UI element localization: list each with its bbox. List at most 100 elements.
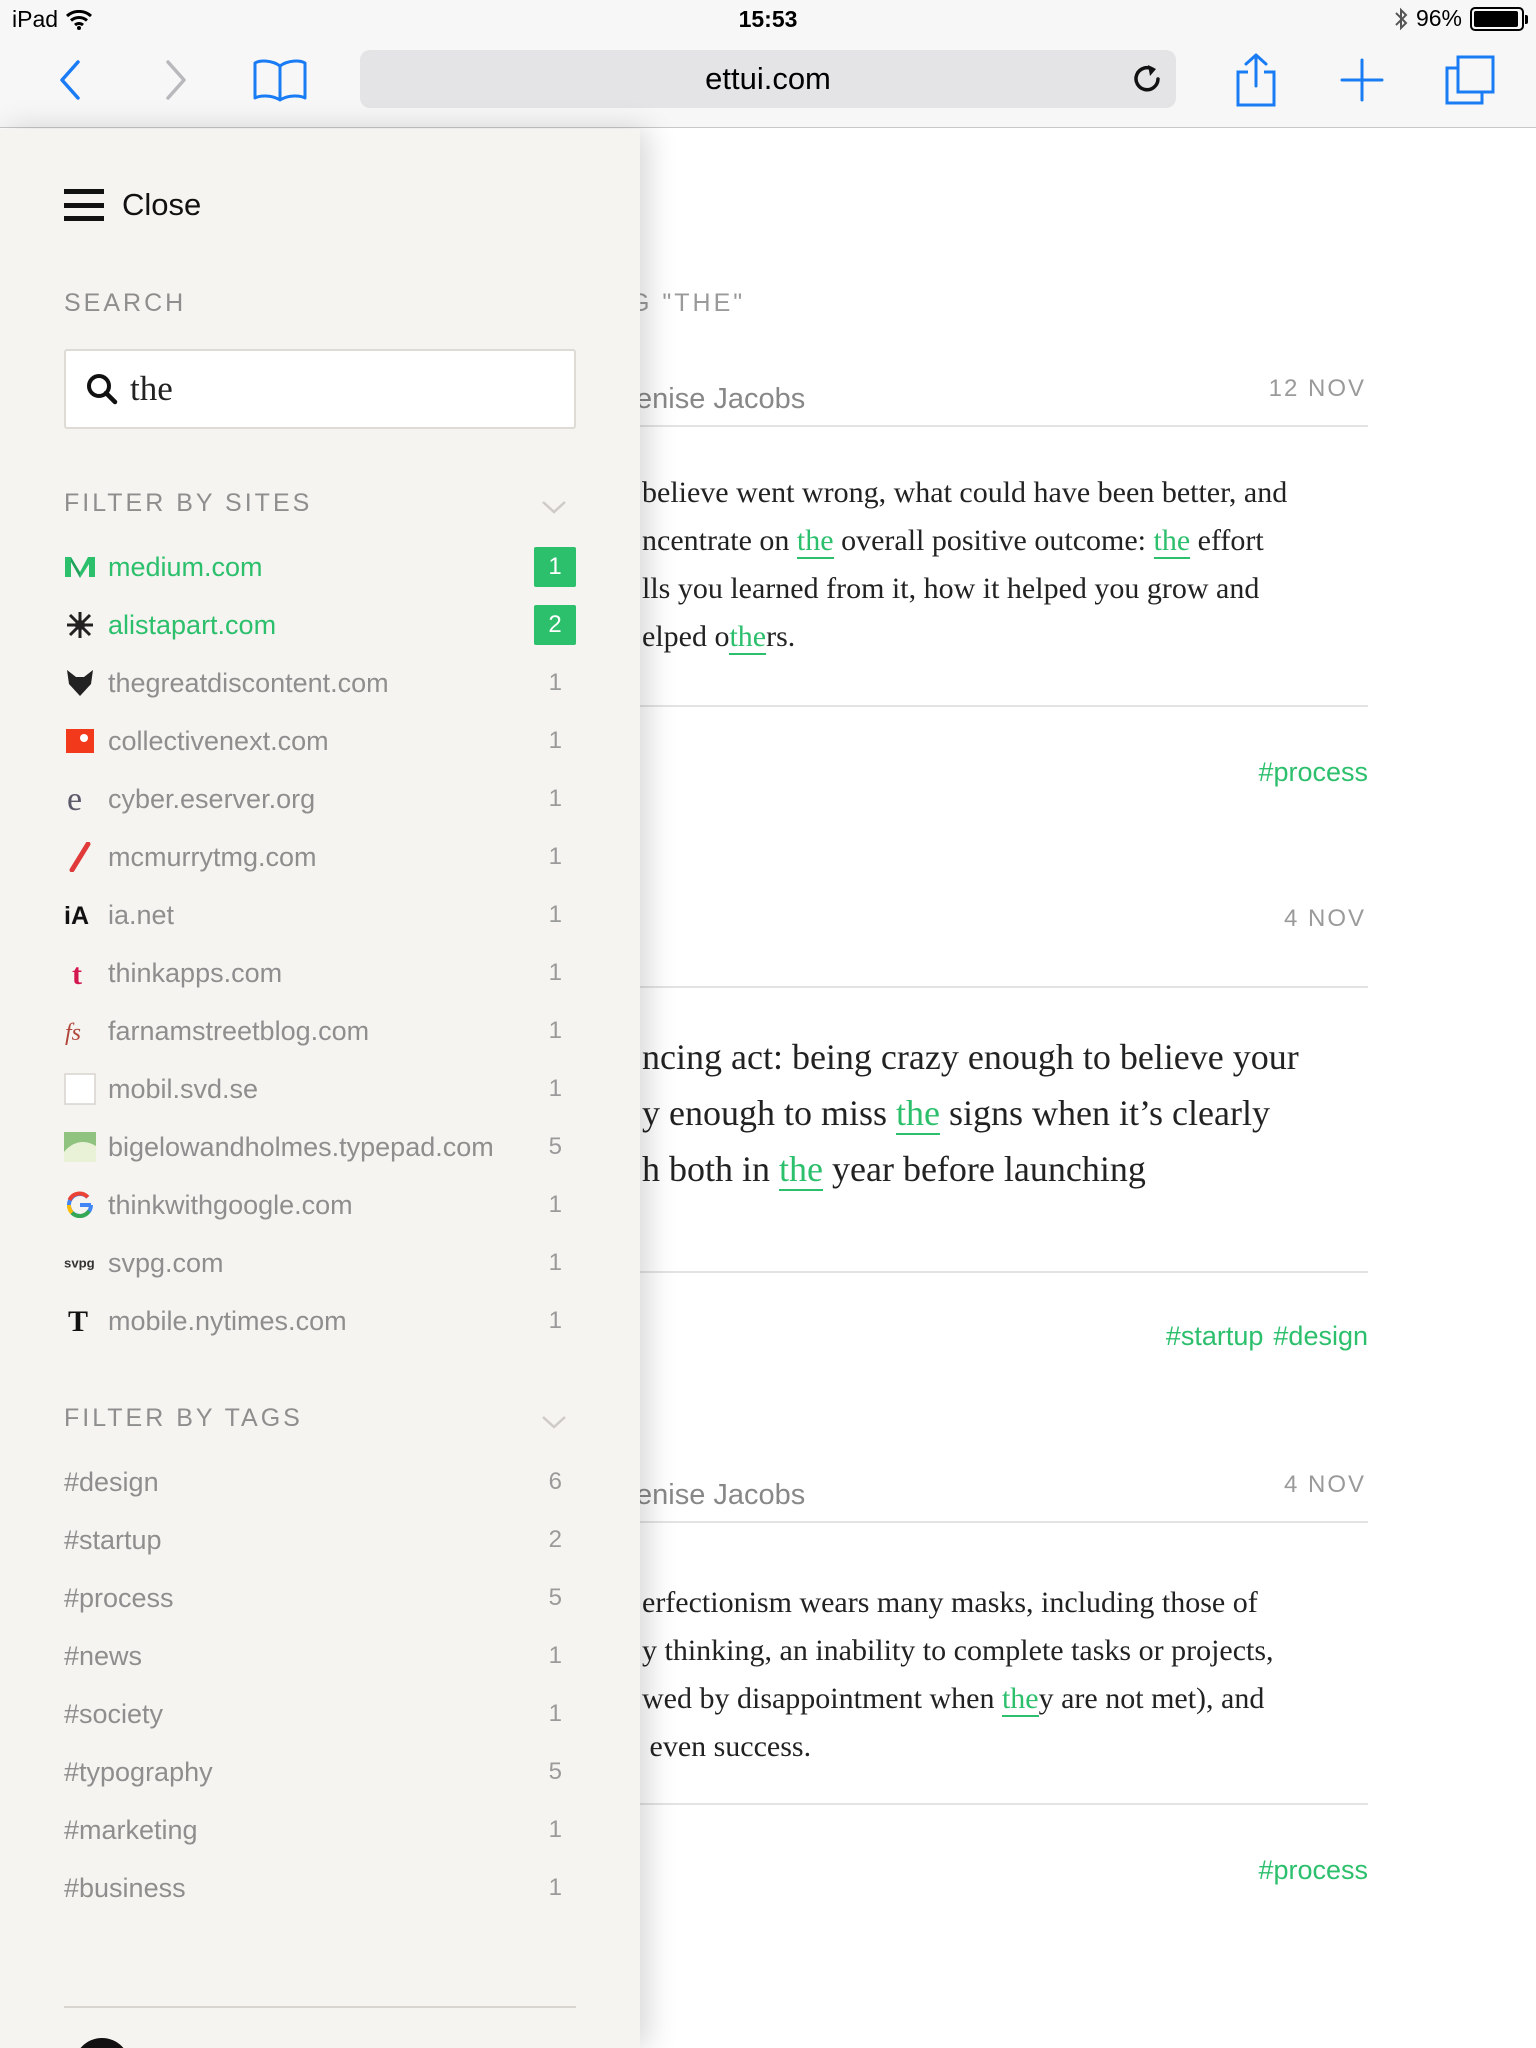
tabs-button[interactable]	[1438, 50, 1502, 110]
excerpt-line: y enough to miss the signs when it’s cle…	[642, 1085, 1368, 1141]
article-excerpt[interactable]: believe went wrong, what could have been…	[642, 469, 1368, 661]
clock: 15:53	[738, 6, 798, 32]
new-tab-button[interactable]	[1330, 50, 1394, 110]
bookmarks-button[interactable]	[248, 50, 312, 110]
excerpt-text: believe went wrong, what could have been…	[642, 476, 1288, 509]
site-name: thegreatdiscontent.com	[108, 667, 389, 698]
article-date: 4 NOV	[1283, 1471, 1366, 1498]
tag-filter-item[interactable]: #process 5	[64, 1569, 576, 1627]
chevron-down-icon[interactable]	[540, 497, 568, 517]
article-tag-link[interactable]: #design	[1273, 1321, 1368, 1351]
collectivenext-icon	[64, 725, 96, 757]
site-count: 1	[548, 727, 562, 754]
tag-count: 1	[548, 1642, 562, 1669]
article-date: 4 NOV	[1283, 905, 1366, 932]
site-filter-item[interactable]: medium.com 1	[64, 538, 576, 596]
search-icon	[87, 374, 118, 405]
site-name: ia.net	[108, 899, 175, 930]
tag-count: 2	[548, 1526, 562, 1553]
article-tag-link[interactable]: #process	[1258, 1855, 1368, 1885]
article-author[interactable]: enise Jacobs	[640, 1479, 805, 1512]
excerpt-text: rs.	[766, 620, 796, 653]
book-icon	[253, 59, 307, 102]
article-tag-link[interactable]: #startup	[1166, 1321, 1264, 1351]
excerpt-line: believe went wrong, what could have been…	[642, 469, 1368, 517]
tag-name: #design	[64, 1466, 159, 1497]
article-tags: #process	[1248, 1855, 1368, 1886]
site-filter-item[interactable]: mobil.svd.se 1	[64, 1060, 576, 1118]
search-match-highlight: the	[729, 620, 767, 655]
chevron-left-icon	[60, 60, 80, 100]
tag-name: #startup	[64, 1524, 162, 1555]
site-filter-item[interactable]: alistapart.com 2	[64, 596, 576, 654]
tag-filter-item[interactable]: #marketing 1	[64, 1801, 576, 1859]
site-filter-item[interactable]: t thinkapps.com 1	[64, 944, 576, 1002]
tag-filter-item[interactable]: #society 1	[64, 1685, 576, 1743]
site-filter-item[interactable]: bigelowandholmes.typepad.com 5	[64, 1118, 576, 1176]
article-excerpt[interactable]: ncing act: being crazy enough to believe…	[642, 1029, 1368, 1197]
site-count-badge: 2	[534, 605, 576, 645]
site-name: bigelowandholmes.typepad.com	[108, 1131, 494, 1162]
search-results: G "THE" enise Jacobs 12 NOV believe went…	[640, 129, 1536, 2048]
blank-favicon-icon	[64, 1073, 96, 1105]
site-filter-item[interactable]: collectivenext.com 1	[64, 712, 576, 770]
chevron-down-icon[interactable]	[540, 1412, 568, 1432]
site-name: cyber.eserver.org	[108, 783, 316, 814]
site-count: 1	[548, 1017, 562, 1044]
back-button[interactable]	[38, 50, 102, 110]
site-filter-item[interactable]: e cyber.eserver.org 1	[64, 770, 576, 828]
site-count: 1	[548, 1075, 562, 1102]
tag-count: 1	[548, 1874, 562, 1901]
site-count: 1	[548, 901, 562, 928]
reload-icon[interactable]	[1130, 62, 1164, 96]
excerpt-line: lls you learned from it, how it helped y…	[642, 565, 1368, 613]
forward-button[interactable]	[144, 50, 208, 110]
search-input[interactable]: the	[64, 349, 576, 429]
article-author[interactable]: enise Jacobs	[640, 383, 805, 416]
search-section-label: SEARCH	[64, 289, 187, 317]
site-name: thinkwithgoogle.com	[108, 1189, 353, 1220]
tag-name: #news	[64, 1640, 143, 1671]
share-button[interactable]	[1224, 50, 1288, 110]
article-divider	[640, 1271, 1368, 1273]
article-excerpt[interactable]: erfectionism wears many masks, including…	[642, 1579, 1368, 1771]
search-input-value[interactable]: the	[130, 369, 173, 409]
battery-icon	[1470, 6, 1528, 31]
article-tag-link[interactable]: #process	[1258, 757, 1368, 787]
tag-filter-item[interactable]: #design 6	[64, 1453, 576, 1511]
close-menu-button[interactable]: Close	[64, 187, 201, 223]
google-icon	[64, 1189, 96, 1221]
fox-icon	[64, 667, 96, 699]
svg-text:t: t	[72, 958, 82, 988]
tag-filter-item[interactable]: #typography 5	[64, 1743, 576, 1801]
slash-icon	[64, 841, 96, 873]
site-filter-item[interactable]: Tmobile.nytimes.com 1	[64, 1292, 576, 1350]
medium-icon	[64, 551, 96, 583]
svg-text:e: e	[67, 783, 82, 815]
tag-filter-list: #design 6 #startup 2 #process 5 #news 1 #society…	[64, 1453, 576, 1917]
site-filter-item[interactable]: iA ia.net 1	[64, 886, 576, 944]
site-count-badge: 1	[534, 547, 576, 587]
article-date: 12 NOV	[1268, 375, 1366, 402]
site-name: collectivenext.com	[108, 725, 329, 756]
bluetooth-icon	[1395, 7, 1408, 30]
site-name: medium.com	[108, 551, 263, 582]
battery-percent: 96%	[1415, 5, 1462, 31]
tag-filter-item[interactable]: #news 1	[64, 1627, 576, 1685]
avatar[interactable]	[74, 2038, 130, 2048]
site-name: mobil.svd.se	[108, 1073, 259, 1104]
excerpt-text: ncentrate on	[642, 524, 797, 557]
tag-filter-item[interactable]: #business 1	[64, 1859, 576, 1917]
site-filter-item[interactable]: thegreatdiscontent.com 1	[64, 654, 576, 712]
article-divider	[640, 1803, 1368, 1805]
svg-text:svpg: svpg	[64, 1256, 95, 1271]
excerpt-line: wed by disappointment when they are not …	[642, 1675, 1368, 1723]
address-bar[interactable]: ettui.com	[360, 50, 1176, 108]
site-filter-item[interactable]: fs farnamstreetblog.com 1	[64, 1002, 576, 1060]
site-count: 1	[548, 785, 562, 812]
tag-filter-item[interactable]: #startup 2	[64, 1511, 576, 1569]
plus-icon	[1340, 58, 1384, 102]
site-filter-item[interactable]: svpg svpg.com 1	[64, 1234, 576, 1292]
site-filter-item[interactable]: mcmurrytmg.com 1	[64, 828, 576, 886]
site-filter-item[interactable]: thinkwithgoogle.com 1	[64, 1176, 576, 1234]
